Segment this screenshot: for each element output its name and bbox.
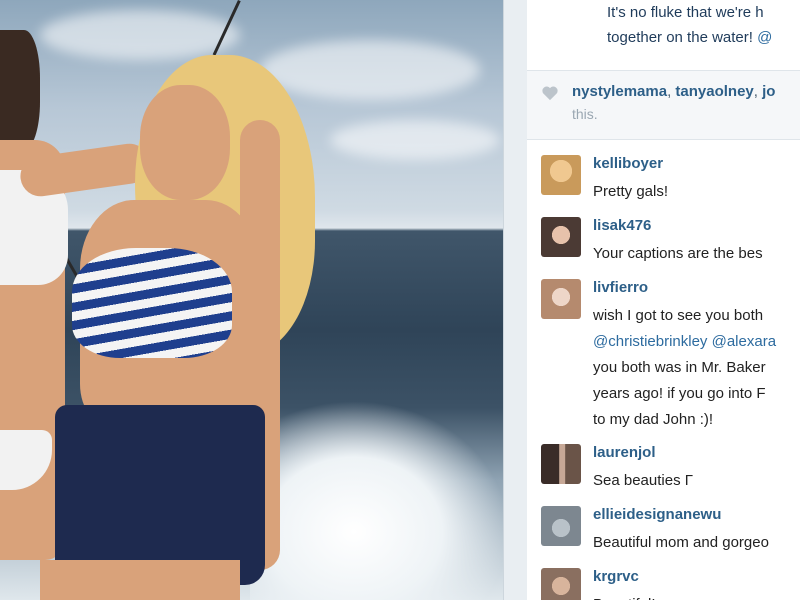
post-photo[interactable]: [0, 0, 503, 600]
caption-line: It's no fluke that we're h: [607, 4, 764, 21]
comment-username[interactable]: livfierro: [593, 279, 648, 296]
comment-mention[interactable]: @alexara: [712, 333, 776, 350]
comment-item: laurenjol Sea beauties Γ: [527, 444, 800, 504]
caption-line: together on the water! @: [607, 25, 772, 50]
comment-text: Pretty gals!: [593, 183, 669, 200]
comment-text: Beautiful!: [593, 592, 656, 600]
liker-link[interactable]: jo: [762, 83, 775, 100]
comment-mention[interactable]: @christiebrinkley: [593, 333, 707, 350]
column-divider: [503, 0, 528, 600]
comment-username[interactable]: ellieidesignanewu: [593, 506, 721, 523]
comment-text: Beautiful mom and gorgeo: [593, 534, 769, 551]
comment-text: wish I got to see you both @christiebrin…: [593, 307, 777, 428]
liker-link[interactable]: nystylemama: [572, 83, 667, 100]
likers-list: nystylemama, tanyaolney, jo: [572, 83, 776, 100]
avatar[interactable]: [541, 217, 581, 257]
liker-link[interactable]: tanyaolney: [675, 83, 753, 100]
comment-username[interactable]: kelliboyer: [593, 155, 663, 172]
avatar[interactable]: [541, 279, 581, 319]
avatar[interactable]: [541, 568, 581, 600]
comment-item: kelliboyer Pretty gals!: [527, 155, 800, 215]
comment-username[interactable]: lisak476: [593, 217, 651, 234]
comment-item: ellieidesignanewu Beautiful mom and gorg…: [527, 506, 800, 566]
avatar[interactable]: [541, 444, 581, 484]
comment-item: krgrvc Beautiful!: [527, 568, 800, 600]
comment-text: Sea beauties Γ: [593, 472, 693, 489]
likes-suffix: this.: [572, 106, 598, 122]
heart-icon[interactable]: [541, 85, 559, 101]
comments-panel: It's no fluke that we're h together on t…: [527, 0, 800, 600]
comment-username[interactable]: krgrvc: [593, 568, 639, 585]
likes-bar: nystylemama, tanyaolney, jo this.: [527, 70, 800, 140]
comment-item: livfierro wish I got to see you both @ch…: [527, 279, 800, 429]
comment-text: Your captions are the bes: [593, 245, 763, 262]
avatar[interactable]: [541, 506, 581, 546]
comment-item: lisak476 Your captions are the bes: [527, 217, 800, 277]
comment-username[interactable]: laurenjol: [593, 444, 656, 461]
caption-mention[interactable]: @: [757, 29, 772, 46]
caption-text: together on the water!: [607, 29, 758, 46]
avatar[interactable]: [541, 155, 581, 195]
